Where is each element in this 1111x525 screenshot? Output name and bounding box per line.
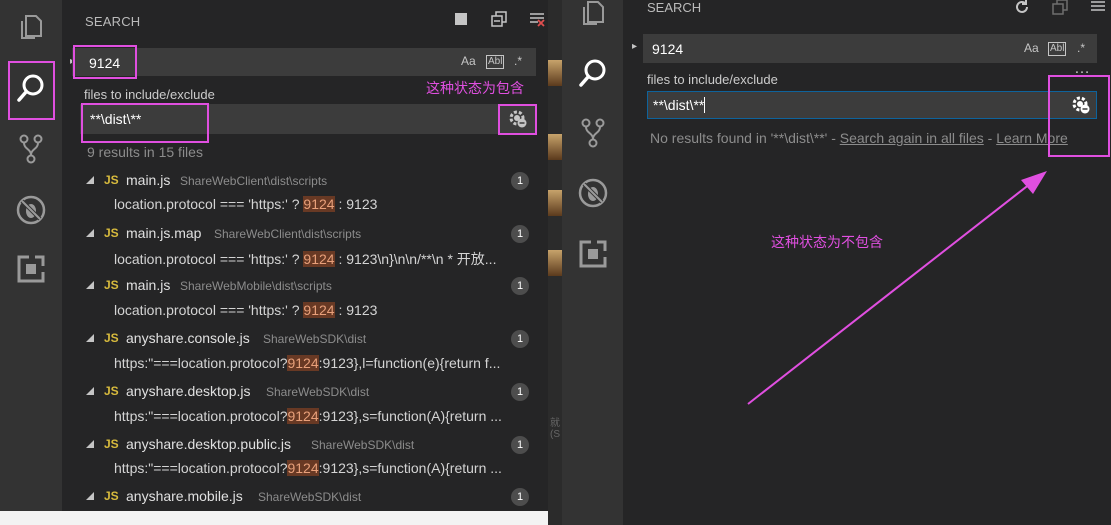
screenshot-root: SEARCH 9124 Aa Abl .* files to include/e…: [0, 0, 1111, 525]
annotation-arrow: [747, 171, 1047, 405]
